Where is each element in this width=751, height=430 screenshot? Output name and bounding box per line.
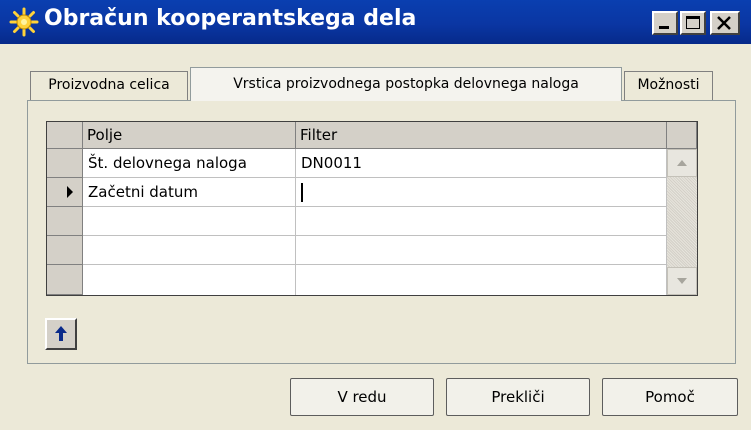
minimize-button[interactable] [652,11,678,35]
cancel-button[interactable]: Prekliči [446,378,590,416]
triangle-right-icon [67,186,73,198]
column-header-filter[interactable]: Filter [296,122,667,149]
row-selector[interactable] [47,207,83,236]
filter-grid[interactable]: Polje Filter Št. delovnega naloga DN0011… [46,121,698,296]
text-cursor [301,183,303,202]
sun-gear-icon [9,7,39,37]
row-selector[interactable] [47,149,83,178]
maximize-icon [686,16,700,29]
tab-proizvodna-celica[interactable]: Proizvodna celica [30,71,188,100]
scroll-up-icon [677,160,687,166]
row-selector-current[interactable] [47,178,83,207]
scroll-down-icon [677,278,687,284]
maximize-button[interactable] [680,11,706,35]
tab-moznosti[interactable]: Možnosti [624,71,713,100]
cell-field[interactable] [83,265,296,295]
row-selector[interactable] [47,236,83,265]
cell-field[interactable] [83,207,296,236]
help-button[interactable]: Pomoč [602,378,738,416]
cell-filter[interactable] [296,265,667,295]
close-icon [717,16,731,30]
vertical-scrollbar[interactable] [667,149,697,295]
minimize-icon [659,26,669,29]
title-bar[interactable]: Obračun kooperantskega dela [0,0,751,44]
cell-field[interactable] [83,236,296,265]
column-header-extra [667,122,697,149]
ok-button[interactable]: V redu [290,378,434,416]
cell-filter[interactable]: DN0011 [296,149,667,178]
arrow-up-icon [55,326,67,341]
close-button[interactable] [710,11,740,35]
column-header-polje[interactable]: Polje [83,122,296,149]
scroll-up-button[interactable] [667,149,697,177]
cell-filter[interactable] [296,207,667,236]
row-selector[interactable] [47,265,83,295]
grid-corner[interactable] [47,122,83,149]
cell-field[interactable]: Št. delovnega naloga [83,149,296,178]
scroll-down-button[interactable] [667,267,697,295]
move-up-button[interactable] [45,318,77,350]
window-title: Obračun kooperantskega dela [44,6,417,31]
cell-field[interactable]: Začetni datum [83,178,296,207]
cell-filter-active[interactable] [296,178,667,207]
tab-vrstica-postopka[interactable]: Vrstica proizvodnega postopka delovnega … [190,67,622,101]
cell-filter[interactable] [296,236,667,265]
